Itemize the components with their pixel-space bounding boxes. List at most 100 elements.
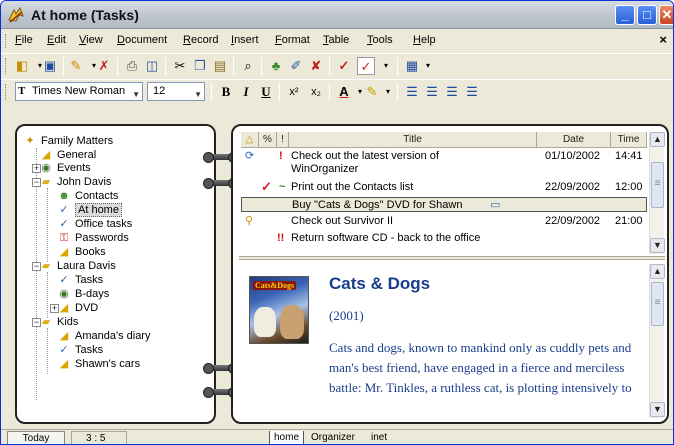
chevron-down-icon[interactable]: ▼: [132, 86, 140, 103]
menubar-close-icon[interactable]: ×: [659, 32, 667, 47]
menu-help[interactable]: Help: [413, 34, 436, 46]
tab-organizer[interactable]: Organizer: [307, 431, 359, 444]
copy-icon[interactable]: ❐: [191, 57, 209, 75]
scroll-down-icon[interactable]: ▼: [650, 238, 665, 253]
toolbar-grip[interactable]: [5, 58, 8, 74]
table-row[interactable]: ✓ ~ Print out the Contacts list 22/09/20…: [241, 180, 647, 195]
align-right-icon[interactable]: ☰: [443, 83, 461, 101]
splitter[interactable]: [239, 256, 665, 260]
menu-tools[interactable]: Tools: [367, 34, 393, 46]
italic-button[interactable]: I: [237, 83, 255, 101]
contacts-icon[interactable]: ♣: [267, 57, 285, 75]
chevron-down-icon[interactable]: ▼: [194, 86, 202, 103]
superscript-button[interactable]: x²: [285, 83, 303, 101]
tree-item-passwords[interactable]: ⚿ Passwords: [57, 231, 129, 245]
subscript-button[interactable]: x₂: [307, 83, 325, 101]
print-icon[interactable]: ⎙: [123, 57, 141, 75]
justify-icon[interactable]: ☰: [463, 83, 481, 101]
new-icon[interactable]: ◧: [13, 57, 31, 75]
menu-record[interactable]: Record: [183, 34, 218, 46]
column-header-title[interactable]: Title: [289, 132, 537, 148]
column-header-priority[interactable]: !: [277, 132, 289, 148]
grid-scrollbar[interactable]: ▲ ▼: [649, 132, 665, 254]
font-family-select[interactable]: T Times New Roman ▼: [15, 82, 143, 101]
table-row-selected[interactable]: Buy "Cats & Dogs" DVD for Shawn ▭: [241, 197, 647, 212]
task-time: 12:00: [615, 181, 643, 193]
menu-edit[interactable]: Edit: [47, 34, 66, 46]
task-time: 21:00: [615, 215, 643, 227]
table-row[interactable]: ⟳ ! Check out the latest version of WinO…: [241, 150, 647, 178]
checkbox-icon[interactable]: ✓: [357, 57, 375, 75]
tree-item-laura-davis[interactable]: ▰ Laura Davis: [39, 259, 116, 273]
menu-table[interactable]: Table: [323, 34, 349, 46]
tree-item-shawns-cars[interactable]: ◢ Shawn's cars: [57, 357, 140, 371]
scroll-up-icon[interactable]: ▲: [650, 264, 665, 279]
tasks-icon[interactable]: ✎: [67, 57, 85, 75]
tree-item-amandas-diary[interactable]: ◢ Amanda's diary: [57, 329, 151, 343]
menu-file[interactable]: File: [15, 34, 33, 46]
checkbox-dropdown-icon[interactable]: ▾: [377, 57, 395, 75]
tree-item-b-days[interactable]: ◉ B-days: [57, 287, 109, 301]
maximize-button[interactable]: □: [637, 5, 657, 25]
scroll-down-icon[interactable]: ▼: [650, 402, 665, 417]
tree-item-john-davis[interactable]: ▰ John Davis: [39, 175, 112, 189]
menu-format[interactable]: Format: [275, 34, 310, 46]
align-left-icon[interactable]: ☰: [403, 83, 421, 101]
check-icon[interactable]: ✓: [335, 57, 353, 75]
today-button[interactable]: Today: [7, 431, 65, 444]
toolbar-grip[interactable]: [5, 84, 8, 100]
tree-item-contacts[interactable]: ☻ Contacts: [57, 189, 118, 203]
scroll-thumb[interactable]: [651, 162, 664, 208]
close-button[interactable]: ✕: [659, 5, 673, 25]
table-row[interactable]: !! Return software CD - back to the offi…: [241, 232, 647, 246]
column-header-time[interactable]: Time: [611, 132, 647, 148]
tree-item-tasks[interactable]: ✓ Tasks: [57, 343, 103, 357]
scroll-up-icon[interactable]: ▲: [650, 132, 665, 147]
chevron-down-icon[interactable]: ▾: [379, 83, 397, 101]
delete-icon[interactable]: ✗: [95, 57, 113, 75]
table-row[interactable]: ⚲ Check out Survivor II 22/09/2002 21:00: [241, 215, 647, 229]
task-title: Print out the Contacts list: [291, 181, 414, 193]
tree-panel: ✦ Family Matters ◢ General + ◉ Events − ▰ Jo…: [15, 124, 216, 424]
tree-item-at-home[interactable]: ✓ At home: [57, 203, 122, 217]
font-size-select[interactable]: 12 ▼: [147, 82, 205, 101]
column-header-date[interactable]: Date: [537, 132, 611, 148]
paste-icon[interactable]: ▤: [211, 57, 229, 75]
align-center-icon[interactable]: ☰: [423, 83, 441, 101]
scroll-thumb[interactable]: [651, 282, 664, 326]
tree-item-dvd[interactable]: ◢ DVD: [57, 301, 98, 315]
window-title: At home (Tasks): [31, 7, 139, 23]
preview-title: Cats & Dogs: [329, 274, 431, 293]
tree-item-label: Amanda's diary: [75, 330, 151, 342]
tree-item-office-tasks[interactable]: ✓ Office tasks: [57, 217, 132, 231]
menubar-grip[interactable]: [5, 34, 8, 48]
tree-item-general[interactable]: ◢ General: [39, 148, 96, 162]
cut-icon[interactable]: ✂: [171, 57, 189, 75]
save-icon[interactable]: ▣: [41, 57, 59, 75]
title-bar[interactable]: At home (Tasks) _ □ ✕: [1, 1, 673, 29]
organizer-icon: ✦: [25, 135, 35, 147]
underline-button[interactable]: U: [257, 83, 275, 101]
column-header-percent[interactable]: %: [259, 132, 277, 148]
tab-inet[interactable]: inet: [367, 431, 391, 444]
table-dropdown-icon[interactable]: ▾: [419, 57, 437, 75]
column-header-flag[interactable]: △: [241, 132, 259, 148]
tree-item-kids[interactable]: ▰ Kids: [39, 315, 79, 329]
tree-item-events[interactable]: ◉ Events: [39, 161, 90, 175]
edit-icon[interactable]: ✐: [287, 57, 305, 75]
tree-item-tasks[interactable]: ✓ Tasks: [57, 273, 103, 287]
menu-insert[interactable]: Insert: [231, 34, 259, 46]
print-preview-icon[interactable]: ◫: [143, 57, 161, 75]
preview-scrollbar[interactable]: ▲ ▼: [649, 264, 665, 418]
tree-root[interactable]: ✦ Family Matters: [23, 134, 113, 148]
tree-item-label: Contacts: [75, 190, 119, 202]
tab-home[interactable]: home: [269, 431, 305, 444]
find-icon[interactable]: ⌕: [239, 57, 257, 75]
tree-item-books[interactable]: ◢ Books: [57, 245, 106, 259]
bold-button[interactable]: B: [217, 83, 235, 101]
remove-icon[interactable]: ✘: [307, 57, 325, 75]
preview-description: Cats and dogs, known to mankind only as …: [329, 340, 632, 395]
menu-view[interactable]: View: [79, 34, 103, 46]
minimize-button[interactable]: _: [615, 5, 635, 25]
menu-document[interactable]: Document: [117, 34, 167, 46]
